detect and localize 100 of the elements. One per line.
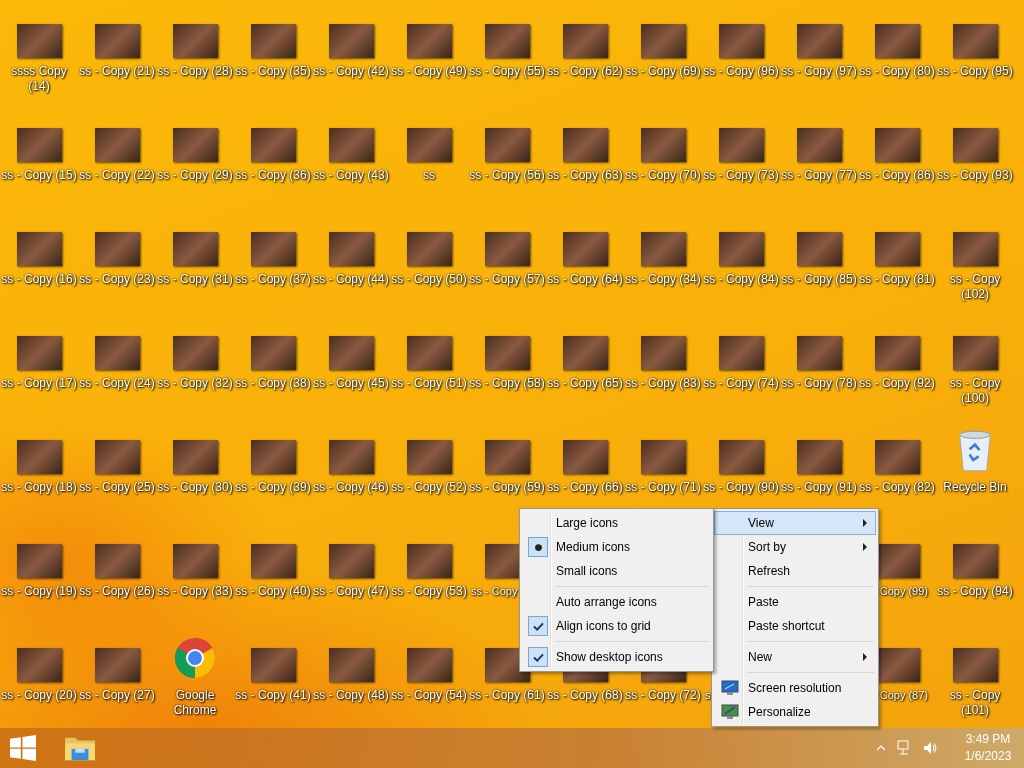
icon-label[interactable]: ss - Copy (18) <box>1 480 77 495</box>
menu-item[interactable]: Medium icons <box>522 535 711 559</box>
photo-placeholder[interactable] <box>250 232 296 266</box>
icon-label[interactable]: Copy (99) <box>879 584 928 599</box>
icon-label[interactable]: ss - Copy (52) <box>391 480 467 495</box>
icon-label[interactable]: ss - Copy (44) <box>313 272 389 287</box>
icon-label[interactable]: ss - Copy (58) <box>469 376 545 391</box>
icon-label[interactable]: ss - Copy (43) <box>313 168 389 183</box>
menu-item[interactable]: Align icons to grid <box>522 614 711 638</box>
icon-label[interactable]: ss - Copy (91) <box>781 480 857 495</box>
photo-placeholder[interactable] <box>718 336 764 370</box>
menu-item[interactable]: Screen resolution <box>714 676 876 700</box>
photo-placeholder[interactable] <box>172 440 218 474</box>
icon-label[interactable]: ss - Copy (55) <box>469 64 545 79</box>
recycle-bin-icon[interactable] <box>957 428 993 474</box>
icon-label[interactable]: ss - Copy (68) <box>547 688 623 703</box>
photo-placeholder[interactable] <box>874 336 920 370</box>
photo-placeholder[interactable] <box>718 232 764 266</box>
icon-label[interactable]: ss - Copy (90) <box>703 480 779 495</box>
menu-item[interactable]: Large icons <box>522 511 711 535</box>
icon-label[interactable]: ss - Copy (66) <box>547 480 623 495</box>
photo-placeholder[interactable] <box>640 232 686 266</box>
icon-label[interactable]: ss - Copy (62) <box>547 64 623 79</box>
icon-label[interactable]: ss - Copy (70) <box>625 168 701 183</box>
photo-placeholder[interactable] <box>796 24 842 58</box>
photo-placeholder[interactable] <box>640 336 686 370</box>
photo-placeholder[interactable] <box>484 440 530 474</box>
icon-label[interactable]: ss - Copy (80) <box>859 64 935 79</box>
icon-label[interactable]: ss - Copy (84) <box>703 272 779 287</box>
photo-placeholder[interactable] <box>796 440 842 474</box>
menu-item[interactable]: Auto arrange icons <box>522 590 711 614</box>
icon-label[interactable]: ss - Copy (38) <box>235 376 311 391</box>
photo-placeholder[interactable] <box>406 24 452 58</box>
photo-placeholder[interactable] <box>406 648 452 682</box>
photo-placeholder[interactable] <box>172 128 218 162</box>
icon-label[interactable]: ss - Copy (65) <box>547 376 623 391</box>
photo-placeholder[interactable] <box>796 336 842 370</box>
icon-label[interactable]: ss - Copy (16) <box>1 272 77 287</box>
photo-placeholder[interactable] <box>952 232 998 266</box>
icon-label[interactable]: ss - Copy (56) <box>469 168 545 183</box>
icon-label[interactable]: ss - Copy (64) <box>547 272 623 287</box>
icon-label[interactable]: ss - Copy (40) <box>235 584 311 599</box>
icon-label[interactable]: ss - Copy (100) <box>937 376 1013 406</box>
photo-placeholder[interactable] <box>94 544 140 578</box>
photo-placeholder[interactable] <box>718 128 764 162</box>
icon-label[interactable]: ss - Copy (92) <box>859 376 935 391</box>
icon-label[interactable]: ss - Copy (93) <box>937 168 1013 183</box>
clock-time[interactable]: 3:49 PM <box>965 731 1011 748</box>
icon-label[interactable]: ss - Copy (24) <box>79 376 155 391</box>
icon-label[interactable]: Google Chrome <box>157 688 233 718</box>
photo-placeholder[interactable] <box>328 24 374 58</box>
icon-label[interactable]: ss - Copy (77) <box>781 168 857 183</box>
menu-item[interactable]: Refresh <box>714 559 876 583</box>
photo-placeholder[interactable] <box>562 24 608 58</box>
icon-label[interactable]: ss - Copy (46) <box>313 480 389 495</box>
photo-placeholder[interactable] <box>328 440 374 474</box>
photo-placeholder[interactable] <box>16 336 62 370</box>
icon-label[interactable]: ss - Copy (23) <box>79 272 155 287</box>
photo-placeholder[interactable] <box>94 24 140 58</box>
icon-label[interactable]: ss - Copy (49) <box>391 64 467 79</box>
photo-placeholder[interactable] <box>16 440 62 474</box>
photo-placeholder[interactable] <box>562 336 608 370</box>
clock-date[interactable]: 1/6/2023 <box>964 748 1012 765</box>
icon-label[interactable]: ss - Copy (61) <box>469 688 545 703</box>
photo-placeholder[interactable] <box>406 232 452 266</box>
icon-label[interactable]: ss - Copy (69) <box>625 64 701 79</box>
icon-label[interactable]: ss - Copy (21) <box>79 64 155 79</box>
icon-label[interactable]: ss - Copy (37) <box>235 272 311 287</box>
icon-label[interactable]: ss - Copy (34) <box>625 272 701 287</box>
photo-placeholder[interactable] <box>874 440 920 474</box>
photo-placeholder[interactable] <box>796 232 842 266</box>
icon-label[interactable]: ss - Copy (81) <box>859 272 935 287</box>
icon-label[interactable]: ss - Copy (72) <box>625 688 701 703</box>
icon-label[interactable]: ss - Copy (31) <box>157 272 233 287</box>
photo-placeholder[interactable] <box>562 232 608 266</box>
windows-logo-icon[interactable] <box>10 735 36 761</box>
icon-label[interactable]: ss - Copy (33) <box>157 584 233 599</box>
photo-placeholder[interactable] <box>874 128 920 162</box>
photo-placeholder[interactable] <box>16 544 62 578</box>
icon-label[interactable]: Recycle Bin <box>937 480 1013 495</box>
icon-label[interactable]: ss - Copy (29) <box>157 168 233 183</box>
photo-placeholder[interactable] <box>406 128 452 162</box>
photo-placeholder[interactable] <box>874 232 920 266</box>
menu-item[interactable]: Sort by <box>714 535 876 559</box>
icon-label[interactable]: ss - Copy (26) <box>79 584 155 599</box>
icon-label[interactable]: ss - Copy (35) <box>235 64 311 79</box>
icon-label[interactable]: ss - Copy (101) <box>937 688 1013 718</box>
menu-item[interactable]: Show desktop icons <box>522 645 711 669</box>
icon-label[interactable]: ss - Copy <box>471 584 518 599</box>
photo-placeholder[interactable] <box>406 544 452 578</box>
photo-placeholder[interactable] <box>484 24 530 58</box>
icon-label[interactable]: ss - Copy (74) <box>703 376 779 391</box>
photo-placeholder[interactable] <box>250 128 296 162</box>
photo-placeholder[interactable] <box>406 336 452 370</box>
photo-placeholder[interactable] <box>328 336 374 370</box>
photo-placeholder[interactable] <box>172 544 218 578</box>
photo-placeholder[interactable] <box>94 336 140 370</box>
icon-label[interactable]: s <box>705 688 711 703</box>
icon-label[interactable]: ss - Copy (48) <box>313 688 389 703</box>
icon-label[interactable]: ss <box>391 168 467 183</box>
